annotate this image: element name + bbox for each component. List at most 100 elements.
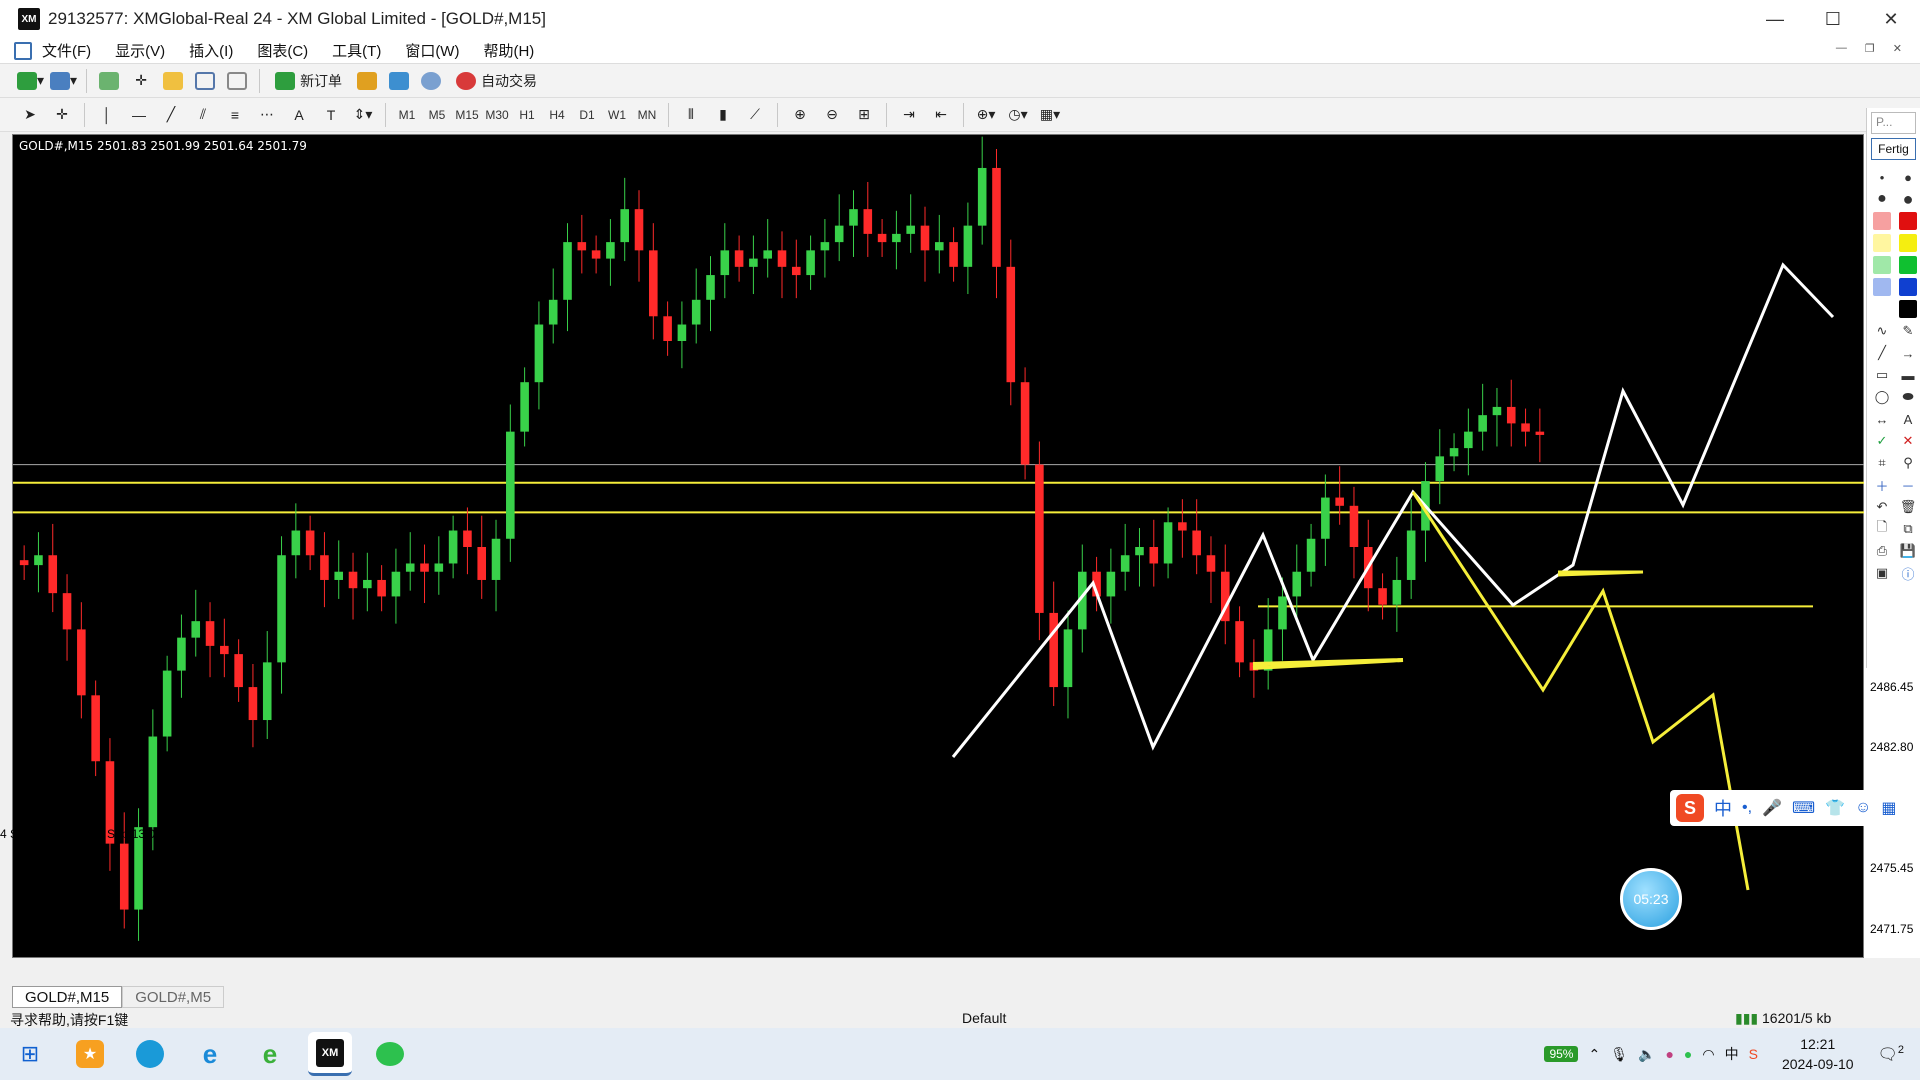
large-dot-icon[interactable]: ● <box>1873 190 1891 208</box>
vertical-line-tool[interactable]: │ <box>94 102 120 128</box>
taskbar-edge[interactable] <box>128 1032 172 1076</box>
navigator-button[interactable] <box>160 68 186 94</box>
tab-gold-m5[interactable]: GOLD#,M5 <box>122 986 225 1008</box>
arrows-tool[interactable]: ⇕▾ <box>350 102 376 128</box>
taskbar-xm[interactable]: XM <box>308 1032 352 1076</box>
clock[interactable]: 12:21 2024-09-10 <box>1782 1034 1854 1074</box>
color-black[interactable] <box>1899 300 1917 318</box>
line-icon[interactable]: ╱ <box>1873 344 1891 362</box>
text-label-tool[interactable]: T <box>318 102 344 128</box>
maximize-button[interactable]: ☐ <box>1804 0 1862 38</box>
timeframe-m30[interactable]: M30 <box>482 103 512 127</box>
sogou-tray-icon[interactable]: S <box>1749 1046 1758 1062</box>
minimize-button[interactable]: — <box>1746 0 1804 38</box>
candlestick-button[interactable]: ▮ <box>710 102 736 128</box>
app-icon[interactable] <box>14 41 32 60</box>
ellipse-icon[interactable]: ◯ <box>1873 388 1891 406</box>
rectangle-icon[interactable]: ▭ <box>1873 366 1891 384</box>
text-icon[interactable]: A <box>1899 410 1917 428</box>
punctuation-icon[interactable]: •, <box>1742 799 1752 817</box>
taskbar-browser[interactable]: e <box>248 1032 292 1076</box>
timeframe-d1[interactable]: D1 <box>572 103 602 127</box>
timeframe-m15[interactable]: M15 <box>452 103 482 127</box>
taskbar-ie[interactable]: e <box>188 1032 232 1076</box>
signals-button[interactable] <box>386 68 412 94</box>
market-watch-button[interactable] <box>96 68 122 94</box>
color-green-light[interactable] <box>1873 256 1891 274</box>
fibonacci-tool[interactable]: ≡ <box>222 102 248 128</box>
notification-button[interactable]: 🗨2 <box>1878 1044 1904 1064</box>
timeframe-h1[interactable]: H1 <box>512 103 542 127</box>
templates-button[interactable]: ▦▾ <box>1037 102 1063 128</box>
keyboard-icon[interactable]: ⌨ <box>1792 798 1815 818</box>
magnifier-icon[interactable]: ⚲ <box>1899 454 1917 472</box>
chevron-up-icon[interactable]: ⌃ <box>1588 1046 1600 1063</box>
data-window-button[interactable]: ✛ <box>128 68 154 94</box>
profiles-button[interactable]: ▾ <box>50 68 77 94</box>
microphone-icon[interactable]: 🎙 <box>1610 1046 1628 1063</box>
freehand-icon[interactable]: ∿ <box>1873 322 1891 340</box>
check-icon[interactable]: ✓ <box>1873 432 1891 450</box>
bar-chart-button[interactable]: ⫴ <box>678 102 704 128</box>
tile-windows-button[interactable]: ⊞ <box>851 102 877 128</box>
plus-icon[interactable]: ＋ <box>1873 476 1891 494</box>
small-dot-icon[interactable]: • <box>1873 168 1891 186</box>
microphone-icon[interactable]: 🎤 <box>1762 798 1782 818</box>
channel-tool[interactable]: ⫽ <box>190 102 216 128</box>
timeframe-w1[interactable]: W1 <box>602 103 632 127</box>
ime-tray-icon[interactable]: 中 <box>1725 1044 1739 1064</box>
trendline-tool[interactable]: ╱ <box>158 102 184 128</box>
trash-icon[interactable]: 🗑 <box>1899 498 1917 516</box>
strategy-tester-button[interactable] <box>224 68 250 94</box>
done-button[interactable]: Fertig <box>1871 138 1916 160</box>
zoom-out-button[interactable]: ⊖ <box>819 102 845 128</box>
tab-gold-m15[interactable]: GOLD#,M15 <box>12 986 123 1008</box>
timer-bubble[interactable]: 05:23 <box>1620 868 1682 930</box>
arrow-icon[interactable]: → <box>1899 344 1917 362</box>
color-blue[interactable] <box>1899 278 1917 296</box>
mdi-close-button[interactable]: ✕ <box>1893 42 1902 55</box>
color-blue-light[interactable] <box>1873 278 1891 296</box>
taskbar-wechat[interactable] <box>368 1032 412 1076</box>
filled-ellipse-icon[interactable]: ⬬ <box>1899 388 1917 406</box>
menu-insert[interactable]: 插入(I) <box>189 40 233 61</box>
toolbox-icon[interactable]: ▦ <box>1881 798 1896 818</box>
color-yellow-light[interactable] <box>1873 234 1891 252</box>
volume-icon[interactable]: 🔈 <box>1638 1046 1655 1063</box>
menu-tools[interactable]: 工具(T) <box>332 40 381 61</box>
text-tool[interactable]: A <box>286 102 312 128</box>
copy-icon[interactable]: ⧉ <box>1899 520 1917 538</box>
auto-trading-button[interactable]: 自动交易 <box>450 68 543 94</box>
indicators-button[interactable]: ⊕▾ <box>973 102 999 128</box>
metaeditor-button[interactable] <box>354 68 380 94</box>
medium-dot-icon[interactable]: ● <box>1899 168 1917 186</box>
wechat-tray-icon[interactable]: ● <box>1684 1046 1692 1062</box>
battery-indicator[interactable]: 95% <box>1544 1046 1579 1062</box>
mdi-minimize-button[interactable]: — <box>1836 42 1847 55</box>
autoscroll-button[interactable]: ⇥ <box>896 102 922 128</box>
print-icon[interactable]: ⎙ <box>1873 542 1891 560</box>
palette-field[interactable]: P... <box>1871 112 1916 134</box>
taskbar-app-1[interactable]: ★ <box>68 1032 112 1076</box>
screen-icon[interactable]: ▣ <box>1873 564 1891 582</box>
ime-lang[interactable]: 中 <box>1714 795 1732 821</box>
mdi-restore-button[interactable]: ❐ <box>1865 42 1875 55</box>
grid-tool[interactable]: ⋯ <box>254 102 280 128</box>
timeframe-mn[interactable]: MN <box>632 103 662 127</box>
double-arrow-icon[interactable]: ↔ <box>1873 410 1891 428</box>
skin-icon[interactable]: 👕 <box>1825 798 1845 818</box>
info-icon[interactable]: ⓘ <box>1899 564 1917 582</box>
crosshair-tool[interactable]: ✛ <box>49 102 75 128</box>
menu-view[interactable]: 显示(V) <box>115 40 165 61</box>
minus-icon[interactable]: － <box>1899 476 1917 494</box>
timeframe-m1[interactable]: M1 <box>392 103 422 127</box>
filled-rectangle-icon[interactable]: ▬ <box>1899 366 1917 384</box>
wifi-icon[interactable]: ◠ <box>1702 1046 1714 1063</box>
sogou-icon[interactable]: S <box>1676 794 1704 822</box>
menu-help[interactable]: 帮助(H) <box>483 40 534 61</box>
color-green[interactable] <box>1899 256 1917 274</box>
new-chart-button[interactable]: ▾ <box>17 68 44 94</box>
menu-charts[interactable]: 图表(C) <box>257 40 308 61</box>
color-red-light[interactable] <box>1873 212 1891 230</box>
horizontal-line-tool[interactable]: — <box>126 102 152 128</box>
